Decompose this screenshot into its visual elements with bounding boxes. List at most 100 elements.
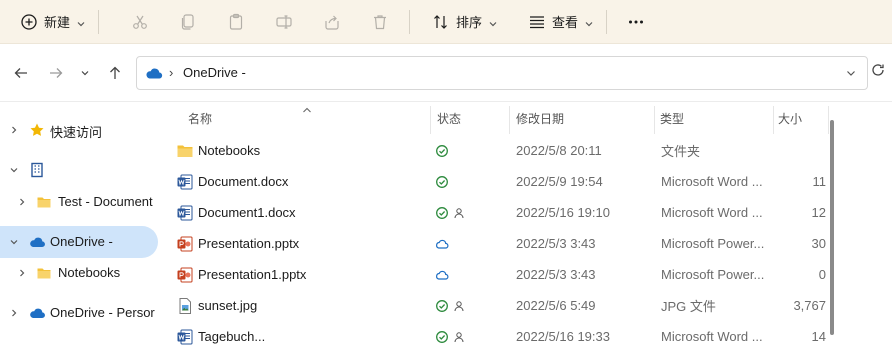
breadcrumb-separator: ›: [169, 65, 174, 80]
delete-button[interactable]: [363, 6, 397, 38]
up-button[interactable]: [104, 62, 126, 84]
modified-date: 2022/5/16 19:33: [516, 329, 610, 344]
column-type-label: 类型: [660, 111, 685, 126]
cloud-only-icon: [435, 237, 449, 251]
view-lines-icon: [528, 13, 546, 31]
back-button[interactable]: [10, 62, 32, 84]
address-bar[interactable]: › OneDrive -: [136, 56, 868, 90]
column-modified-label: 修改日期: [516, 111, 565, 126]
sort-label: 排序: [456, 15, 483, 30]
toolbar-divider: [409, 9, 411, 34]
navigation-bar: › OneDrive -: [0, 44, 892, 102]
status-cell: [435, 321, 505, 352]
share-button[interactable]: [315, 6, 349, 38]
column-header-size[interactable]: 大小: [778, 102, 828, 134]
column-divider[interactable]: [509, 106, 510, 134]
sidebar-item-label: OneDrive -: [50, 234, 113, 249]
file-name: Presentation.pptx: [198, 236, 300, 251]
file-name: Document.docx: [198, 174, 289, 189]
clipboard-icon: [227, 13, 245, 31]
column-divider[interactable]: [828, 106, 829, 134]
cut-button[interactable]: [123, 6, 157, 38]
more-options-button[interactable]: [619, 6, 653, 38]
forward-button[interactable]: [45, 62, 67, 84]
breadcrumb-onedrive[interactable]: OneDrive -: [183, 65, 246, 80]
file-row[interactable]: Document1.docx 2022/5/16 19:10 Microsoft W…: [158, 197, 838, 228]
file-row[interactable]: Presentation1.pptx 2022/5/3 3:43 Microsoft…: [158, 259, 838, 290]
word-icon: [176, 204, 194, 222]
trash-icon: [371, 13, 389, 31]
column-header-type[interactable]: 类型: [660, 102, 772, 134]
refresh-button[interactable]: [870, 62, 892, 84]
view-label: 查看: [552, 15, 579, 30]
file-row[interactable]: sunset.jpg 2022/5/6 5:49 JPG 文件 3,767: [158, 290, 838, 321]
sidebar-item-label: 快速访问: [50, 125, 103, 140]
copy-icon: [179, 13, 197, 31]
sidebar-item-onedrive-business[interactable]: OneDrive -: [0, 226, 158, 258]
file-type: Microsoft Word ...: [661, 329, 763, 344]
column-divider[interactable]: [654, 106, 655, 134]
recent-locations-button[interactable]: [74, 62, 96, 84]
column-header-status[interactable]: 状态: [437, 102, 507, 134]
column-divider[interactable]: [430, 106, 431, 134]
file-name-cell: Document1.docx: [176, 197, 426, 228]
file-name-cell: sunset.jpg: [176, 290, 426, 321]
toolbar-divider: [98, 9, 100, 34]
file-name: sunset.jpg: [198, 298, 258, 313]
chevron-down-icon: [488, 17, 498, 27]
onedrive-cloud-icon: [29, 305, 45, 321]
file-type: Microsoft Word ...: [661, 174, 763, 189]
file-name-cell: Presentation.pptx: [176, 228, 426, 259]
status-cell: [435, 197, 505, 228]
sidebar-item-label: Notebooks: [58, 265, 121, 280]
modified-date: 2022/5/6 5:49: [516, 298, 596, 313]
column-divider[interactable]: [773, 106, 774, 134]
chevron-down-icon: [584, 17, 594, 27]
chevron-down-icon: [847, 71, 855, 76]
new-button[interactable]: 新建: [12, 6, 94, 38]
column-name-label: 名称: [188, 111, 213, 126]
file-name-cell: Notebooks: [176, 135, 426, 166]
file-size: [778, 135, 826, 166]
new-button-label: 新建: [44, 15, 71, 30]
column-header-name[interactable]: 名称: [188, 102, 428, 134]
scissors-icon: [131, 13, 149, 31]
sidebar-item-building[interactable]: [0, 154, 158, 186]
status-cell: [435, 135, 505, 166]
paste-button[interactable]: [219, 6, 253, 38]
sort-button[interactable]: 排序: [424, 6, 506, 38]
arrow-left-icon: [14, 68, 27, 78]
toolbar-divider: [606, 9, 608, 34]
folder-icon: [36, 194, 52, 210]
file-row[interactable]: Tagebuch... 2022/5/16 19:33 Microsoft Word…: [158, 321, 838, 352]
sidebar-item-test-documents[interactable]: Test - Document: [0, 186, 158, 218]
modified-date: 2022/5/3 3:43: [516, 267, 596, 282]
chevron-down-icon: [81, 71, 89, 76]
sidebar-item-quick-access[interactable]: 快速访问: [0, 114, 158, 146]
file-name-cell: Presentation1.pptx: [176, 259, 426, 290]
column-header-modified[interactable]: 修改日期: [516, 102, 654, 134]
status-cell: [435, 166, 505, 197]
file-row[interactable]: Notebooks 2022/5/8 20:11 文件夹: [158, 135, 838, 166]
refresh-icon: [872, 64, 884, 76]
address-dropdown-button[interactable]: [845, 67, 857, 79]
shared-person-icon: [453, 207, 465, 219]
copy-button[interactable]: [171, 6, 205, 38]
view-button[interactable]: 查看: [520, 6, 602, 38]
modified-date: 2022/5/16 19:10: [516, 205, 610, 220]
modified-date: 2022/5/3 3:43: [516, 236, 596, 251]
chevron-down-icon: [10, 240, 18, 245]
file-row[interactable]: Document.docx 2022/5/9 19:54 Microsoft Wor…: [158, 166, 838, 197]
rename-button[interactable]: [267, 6, 301, 38]
vertical-scrollbar[interactable]: [830, 120, 834, 335]
arrow-right-icon: [50, 68, 63, 78]
synced-check-icon: [435, 299, 449, 313]
file-row[interactable]: Presentation.pptx 2022/5/3 3:43 Microsoft …: [158, 228, 838, 259]
file-size: 0: [818, 267, 826, 282]
sidebar-item-onedrive-personal[interactable]: OneDrive - Persor: [0, 297, 158, 329]
file-size: 12: [811, 205, 826, 220]
chevron-right-icon: [12, 126, 17, 134]
image-icon: [176, 297, 194, 315]
powerpoint-icon: [176, 235, 194, 253]
sidebar-item-notebooks[interactable]: Notebooks: [0, 257, 158, 289]
